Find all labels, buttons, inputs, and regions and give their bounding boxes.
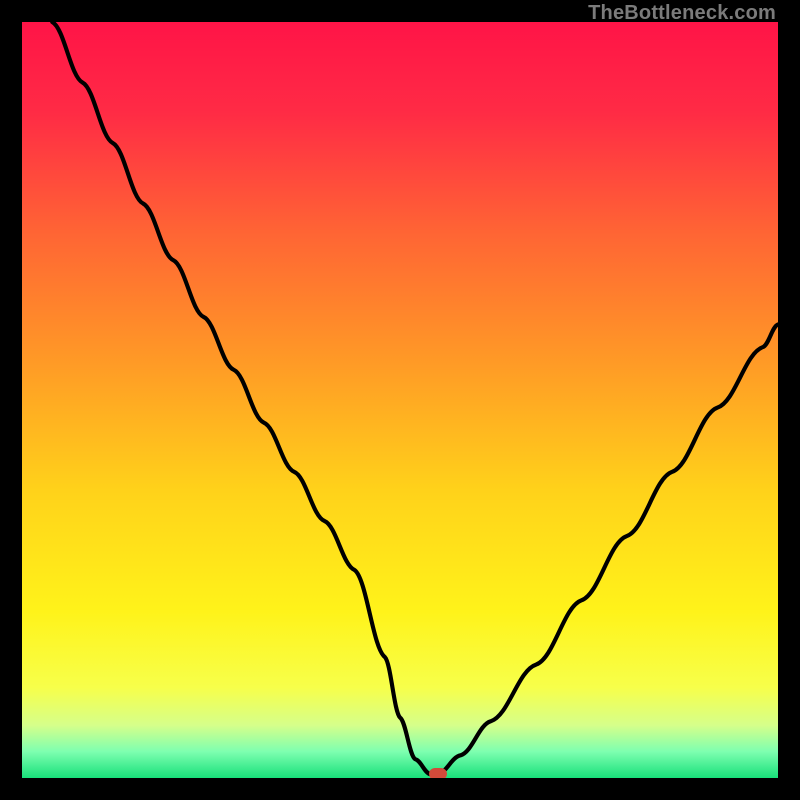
- plot-area: [22, 22, 778, 778]
- outer-frame: TheBottleneck.com: [0, 0, 800, 800]
- bottleneck-marker: [429, 768, 447, 778]
- background-gradient: [22, 22, 778, 778]
